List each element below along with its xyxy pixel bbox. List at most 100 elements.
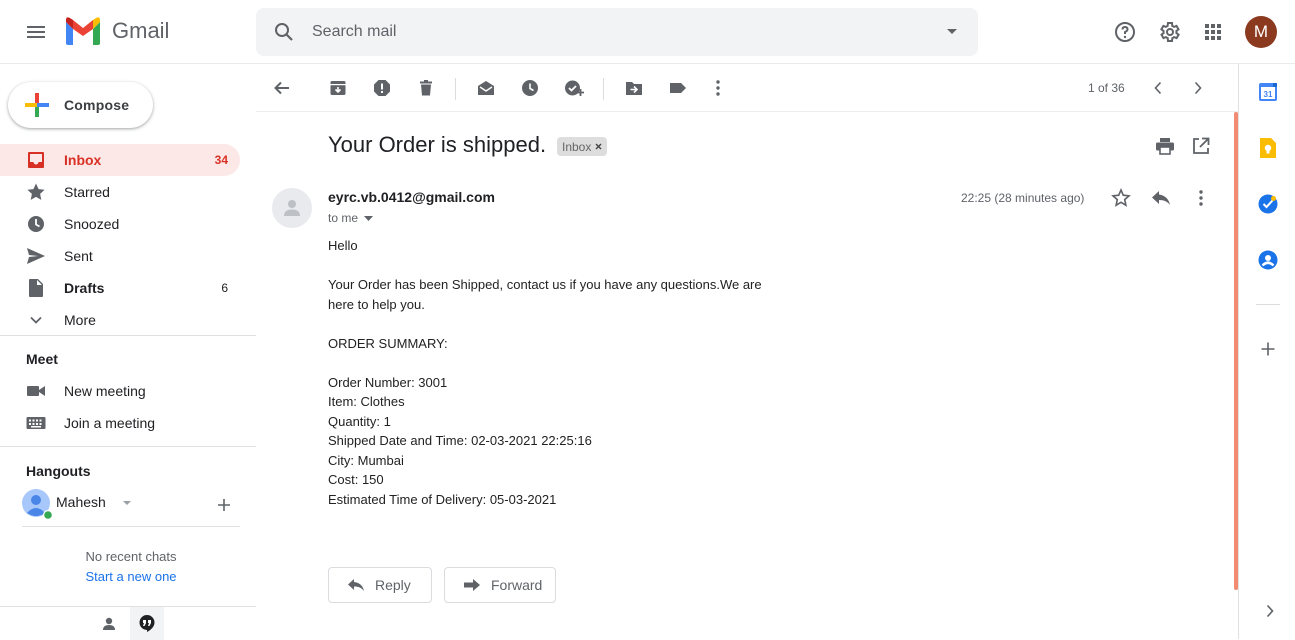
newer-button[interactable] [1146,76,1170,100]
get-addons-button[interactable] [1256,337,1280,361]
message-timestamp: 22:25 (28 minutes ago) [961,191,1085,205]
divider [455,78,456,100]
body-line: City: Mumbai [328,452,404,468]
sidebar-item-snoozed[interactable]: Snoozed [0,208,240,240]
calendar-icon: 31 [1259,83,1277,101]
gmail-logo[interactable]: Gmail [64,16,169,46]
body-line: Hello [328,238,358,253]
body-line: ORDER SUMMARY: [328,335,448,351]
search-bar[interactable] [256,8,978,56]
app-name: Gmail [112,18,170,43]
hangouts-tab[interactable] [130,607,164,640]
hamburger-icon [27,26,45,38]
divider [0,335,256,336]
top-bar: Gmail M [0,0,1295,64]
apps-button[interactable] [1193,12,1233,52]
body-line: Order Number: 3001 [328,374,448,390]
forward-action-button[interactable]: Forward [444,567,556,603]
arrow-back-icon [274,81,289,95]
label-text: Inbox [562,139,592,154]
settings-button[interactable] [1149,12,1189,52]
move-to-button[interactable] [622,76,646,100]
hangouts-quote-icon [139,615,155,632]
forward-icon [464,579,480,591]
account-avatar[interactable]: M [1245,16,1277,48]
sender-email[interactable]: eyrc.vb.0412@gmail.com [328,189,495,205]
tasks-app-button[interactable] [1256,192,1280,216]
hangouts-section-title: Hangouts [26,463,91,479]
recipient-details[interactable]: to me [328,211,374,225]
sidebar-item-label: Starred [64,184,110,200]
spam-alert-icon [374,80,390,96]
compose-button[interactable]: Compose [8,82,153,128]
report-spam-button[interactable] [370,76,394,100]
more-actions-button[interactable] [706,76,730,100]
join-meeting-label: Join a meeting [64,415,156,431]
new-meeting-label: New meeting [64,383,146,399]
sidebar-item-drafts[interactable]: Drafts 6 [0,272,240,304]
pagination-text: 1 of 36 [1088,81,1125,95]
meet-section-title: Meet [26,351,58,367]
chevron-right-icon [1194,81,1202,95]
labels-button[interactable] [666,76,690,100]
remove-label-icon[interactable] [595,143,602,150]
support-button[interactable] [1105,12,1145,52]
open-new-window-button[interactable] [1192,137,1210,155]
add-to-tasks-button[interactable] [562,76,586,100]
compose-label: Compose [64,97,130,113]
label-tag-icon [670,83,686,93]
show-details-icon [364,215,374,221]
more-vert-icon [716,80,720,96]
chevron-left-icon [1154,81,1162,95]
draft-file-icon [29,279,43,297]
clock-icon [28,216,44,232]
back-button[interactable] [270,76,294,100]
star-outline-icon [1111,188,1131,207]
print-all-button[interactable] [1155,137,1175,155]
forward-label: Forward [491,577,543,593]
sidebar-item-more[interactable]: More [0,304,240,336]
snooze-button[interactable] [518,76,542,100]
inbox-label-chip: Inbox [557,137,608,156]
hide-side-panel-button[interactable] [1258,599,1282,623]
sidebar: Compose Inbox 34 Starred Snoozed Sent Dr… [0,64,256,640]
keep-app-button[interactable] [1256,136,1280,160]
folder-nav: Inbox 34 Starred Snoozed Sent Drafts 6 M… [0,144,256,336]
send-icon [27,248,45,264]
move-folder-icon [626,82,642,95]
status-dropdown-icon[interactable] [122,500,132,506]
sidebar-item-inbox[interactable]: Inbox 34 [0,144,240,176]
keep-icon [1260,138,1276,158]
body-line: Quantity: 1 [328,413,391,429]
gear-icon [1160,22,1180,42]
hangouts-user-name: Mahesh [56,494,106,510]
sidebar-item-sent[interactable]: Sent [0,240,240,272]
search-icon[interactable] [272,20,296,44]
chevron-right-icon [1266,604,1274,618]
archive-button[interactable] [326,76,350,100]
main-menu-button[interactable] [12,8,60,56]
sidebar-item-label: Inbox [64,152,102,168]
search-input[interactable] [312,20,912,44]
mark-unread-button[interactable] [474,76,498,100]
message-more-button[interactable] [1198,189,1204,207]
calendar-app-button[interactable]: 31 [1256,80,1280,104]
divider [0,446,256,447]
sidebar-item-label: More [64,312,96,328]
hangouts-user[interactable]: Mahesh [22,489,242,519]
new-meeting-item[interactable]: New meeting [0,375,240,407]
search-options-icon[interactable] [946,28,958,36]
reply-action-button[interactable]: Reply [328,567,432,603]
star-button[interactable] [1111,188,1131,208]
delete-button[interactable] [414,76,438,100]
contacts-person-icon[interactable] [101,616,117,632]
sidebar-item-starred[interactable]: Starred [0,176,240,208]
print-icon [1156,138,1174,155]
start-new-chat-link[interactable]: Start a new one [0,569,262,584]
older-button[interactable] [1186,76,1210,100]
reply-button[interactable] [1151,189,1171,207]
add-plus-icon[interactable] [216,497,232,513]
contacts-app-button[interactable] [1256,248,1280,272]
drafts-count: 6 [221,281,228,295]
join-meeting-item[interactable]: Join a meeting [0,407,240,439]
